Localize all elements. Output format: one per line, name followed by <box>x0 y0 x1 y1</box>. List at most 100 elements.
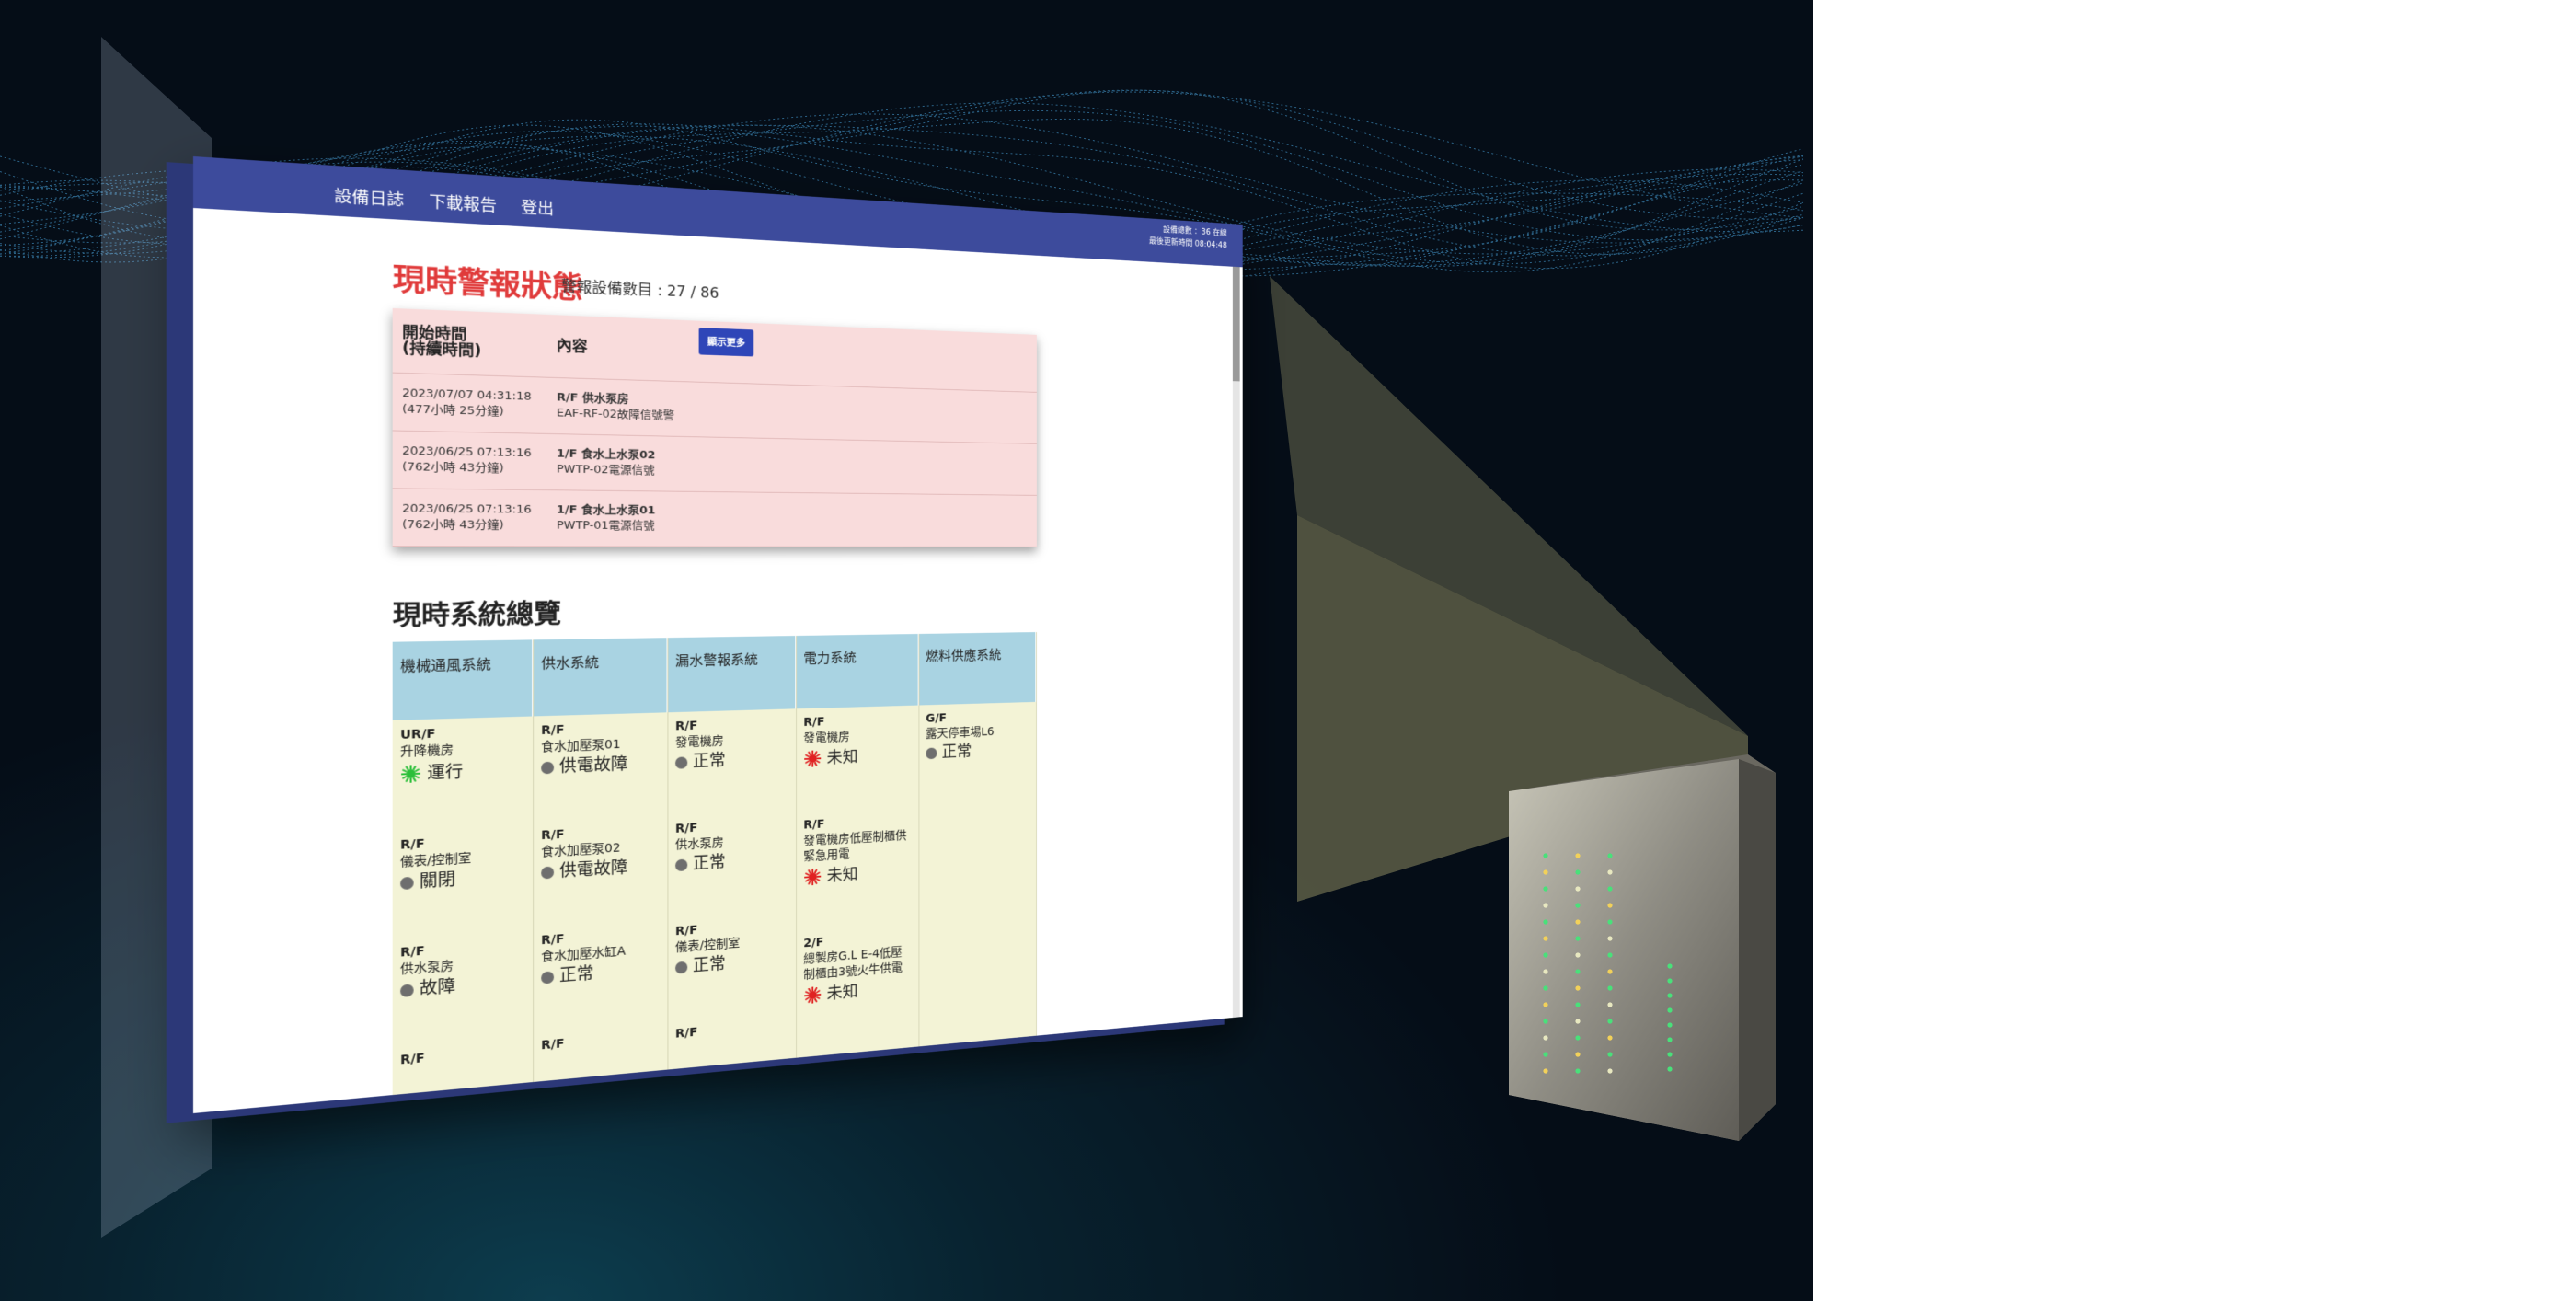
overview-item[interactable]: R/F 儀表/控制室 正常 <box>675 916 789 975</box>
main-content: 現時警報狀態 警報設備數目 : 27 / 86 開始時間 (持續時間) 內容 顯… <box>193 208 1243 1113</box>
item-status: 正常 <box>675 751 789 771</box>
alarm-row: 2023/06/25 07:13:16 (762小時 43分鐘) 1/F 食水上水泵… <box>392 489 1037 547</box>
item-name: 露天停車場L6 <box>926 725 995 742</box>
item-status-text: 故障 <box>419 976 456 999</box>
scrollbar[interactable] <box>1232 266 1240 1019</box>
status-dot-icon <box>541 970 555 984</box>
item-floor: 2/F <box>803 1053 824 1069</box>
item-status-text: 正常 <box>941 742 972 762</box>
overview-item[interactable]: 2/F <box>803 1044 912 1070</box>
overview-item[interactable]: 2/F 總製房G.L E-4低壓制櫃由3號火牛供電 未知 <box>803 928 912 1005</box>
overview-column: 燃料供應系統 G/F 露天停車場L6 正常 <box>919 632 1037 1113</box>
overview-column-body: G/F 露天停車場L6 正常 <box>919 702 1036 816</box>
overview-item[interactable]: R/F 儀表/控制室 關閉 <box>400 832 525 892</box>
overview-title: 現時系統總覽 <box>392 598 561 632</box>
overview-item[interactable]: R/F 食水加壓水缸A 正常 <box>541 925 661 985</box>
item-name: 發電機房 <box>803 730 850 745</box>
status-dot-icon <box>675 961 688 974</box>
status-dot-icon <box>400 983 414 997</box>
overview-column: 漏水警報系統 R/F 發電機房 正常 R/F 供水泵房 正常 R/F 儀表/控制室 正常 R/F <box>668 636 798 1113</box>
overview-item[interactable]: G/F 露天停車場L6 正常 <box>926 708 1029 761</box>
overview-item[interactable]: R/F 供水泵房 正常 <box>675 816 789 873</box>
item-status-text: 正常 <box>692 852 726 873</box>
status-dot-icon <box>675 858 688 871</box>
overview-item[interactable]: R/F 供水泵房 故障 <box>400 937 525 999</box>
nav-logout[interactable]: 登出 <box>521 195 554 228</box>
item-floor: R/F <box>675 1025 698 1042</box>
item-status-text: 供電故障 <box>558 858 628 881</box>
overview-item[interactable]: R/F 食水加壓泵01 供電故障 <box>541 720 661 776</box>
item-status: 關閉 <box>400 868 525 892</box>
overview-item[interactable]: R/F 食水加壓泵02 供電故障 <box>541 823 661 881</box>
alarm-content: R/F 供水泵房 EAF-RF-02故障信號警 <box>557 390 707 425</box>
item-status: 未知 <box>803 862 912 887</box>
item-name: 總製房G.L E-4低壓制櫃由3號火牛供電 <box>803 945 903 983</box>
item-status: 運行 <box>400 760 525 784</box>
item-status-text: 未知 <box>826 747 858 767</box>
item-status: 供電故障 <box>541 858 661 881</box>
overview-table: 機械通風系統 UR/F 升降機房 運行 R/F 儀表/控制室 關閉 R/F 供水泵房 故障 R/F 供… <box>392 632 1037 1113</box>
alarm-duration: (477小時 25分鐘) <box>402 402 504 419</box>
overview-column-body: R/F 發電機房 正常 R/F 供水泵房 正常 R/F 儀表/控制室 正常 R/F <box>668 708 796 1100</box>
alarm-content: 1/F 食水上水泵01 PWTP-01電源信號 <box>557 502 707 534</box>
item-status: 未知 <box>803 746 912 768</box>
show-more-button[interactable]: 顯示更多 <box>698 328 754 357</box>
unknown-status-icon <box>803 868 822 887</box>
control-panel-cabinet-image <box>1509 754 1776 1141</box>
overview-column-header: 電力系統 <box>797 633 919 709</box>
overview-item[interactable]: R/F <box>675 1017 789 1042</box>
overview-column: 機械通風系統 UR/F 升降機房 運行 R/F 儀表/控制室 關閉 R/F 供水泵房 故障 R/F <box>392 639 535 1113</box>
alarm-time: 2023/07/07 04:31:18 (477小時 25分鐘) <box>393 386 557 421</box>
status-dot-icon <box>926 747 937 759</box>
overview-item[interactable]: UR/F 升降機房 運行 <box>400 723 525 784</box>
item-status-text: 正常 <box>692 954 726 975</box>
nav-equipment-log[interactable]: 設備日誌 <box>334 183 404 219</box>
alarm-time: 2023/06/25 07:13:16 (762小時 43分鐘) <box>393 443 557 478</box>
status-dot-icon <box>541 761 555 774</box>
item-status-text: 供電故障 <box>558 754 628 777</box>
alarm-duration: (762小時 43分鐘) <box>402 460 504 476</box>
overview-item[interactable]: R/F <box>541 1028 661 1054</box>
alarm-header-content: 內容 <box>557 337 588 356</box>
status-dot-icon <box>541 866 555 880</box>
nav-download-report[interactable]: 下載報告 <box>429 190 497 225</box>
alarm-duration: (762小時 43分鐘) <box>402 518 504 533</box>
overview-column: 供水系統 R/F 食水加壓泵01 供電故障 R/F 食水加壓泵02 供電故障 R/F 食水加壓水… <box>534 638 669 1113</box>
overview-column-body: R/F 發電機房 未知 R/F 發電機房低壓制櫃供緊急用電 未知 2/F 總製房G.L E-4… <box>797 706 918 1113</box>
item-floor: R/F <box>400 1051 425 1068</box>
alarm-start-time: 2023/06/25 07:13:16 <box>402 501 532 517</box>
overview-column-header: 供水系統 <box>534 638 668 717</box>
item-name: 食水加壓泵01 <box>541 737 621 754</box>
item-status-text: 未知 <box>826 864 858 885</box>
alarm-header-time: 開始時間 (持續時間) <box>402 323 482 361</box>
item-name: 發電機房低壓制櫃供緊急用電 <box>803 829 907 864</box>
alarm-desc: PWTP-02電源信號 <box>557 463 655 478</box>
alarm-title: 現時警報狀態 <box>392 261 583 306</box>
overview-column: 電力系統 R/F 發電機房 未知 R/F 發電機房低壓制櫃供緊急用電 未知 2/F 總製房G.L… <box>797 633 920 1113</box>
alarm-desc: PWTP-01電源信號 <box>557 519 655 533</box>
unknown-status-icon <box>803 985 822 1005</box>
overview-item[interactable]: R/F 發電機房低壓制櫃供緊急用電 未知 <box>803 812 912 886</box>
overview-item[interactable]: R/F 發電機房 正常 <box>675 716 789 771</box>
item-name: 升降機房 <box>400 743 454 760</box>
alarm-count: 警報設備數目 : 27 / 86 <box>560 278 719 303</box>
overview-item[interactable]: R/F 發電機房 未知 <box>803 712 912 768</box>
alarm-time: 2023/06/25 07:13:16 (762小時 43分鐘) <box>393 501 557 534</box>
overview-item[interactable]: R/F <box>400 1042 525 1069</box>
item-status: 正常 <box>675 951 789 975</box>
item-status: 正常 <box>926 742 1029 761</box>
scrollbar-thumb[interactable] <box>1232 266 1240 382</box>
item-status: 供電故障 <box>541 754 661 777</box>
item-name: 發電機房 <box>675 734 724 750</box>
alarm-content: 1/F 食水上水泵02 PWTP-02電源信號 <box>557 446 707 479</box>
overview-column-body: UR/F 升降機房 運行 R/F 儀表/控制室 關閉 R/F 供水泵房 故障 R/F <box>393 716 533 1113</box>
item-status-text: 正常 <box>692 751 726 771</box>
item-status: 正常 <box>675 851 789 873</box>
item-floor: R/F <box>541 1036 565 1053</box>
status-dot-icon <box>400 876 414 890</box>
item-status-text: 未知 <box>826 982 858 1003</box>
item-status-text: 運行 <box>427 761 464 783</box>
item-status-text: 關閉 <box>419 869 456 892</box>
alarm-table: 開始時間 (持續時間) 內容 顯示更多 2023/07/07 04:31:18(… <box>392 307 1037 547</box>
alarm-rows: 2023/07/07 04:31:18 (477小時 25分鐘) R/F 供水泵房 E… <box>392 373 1037 547</box>
